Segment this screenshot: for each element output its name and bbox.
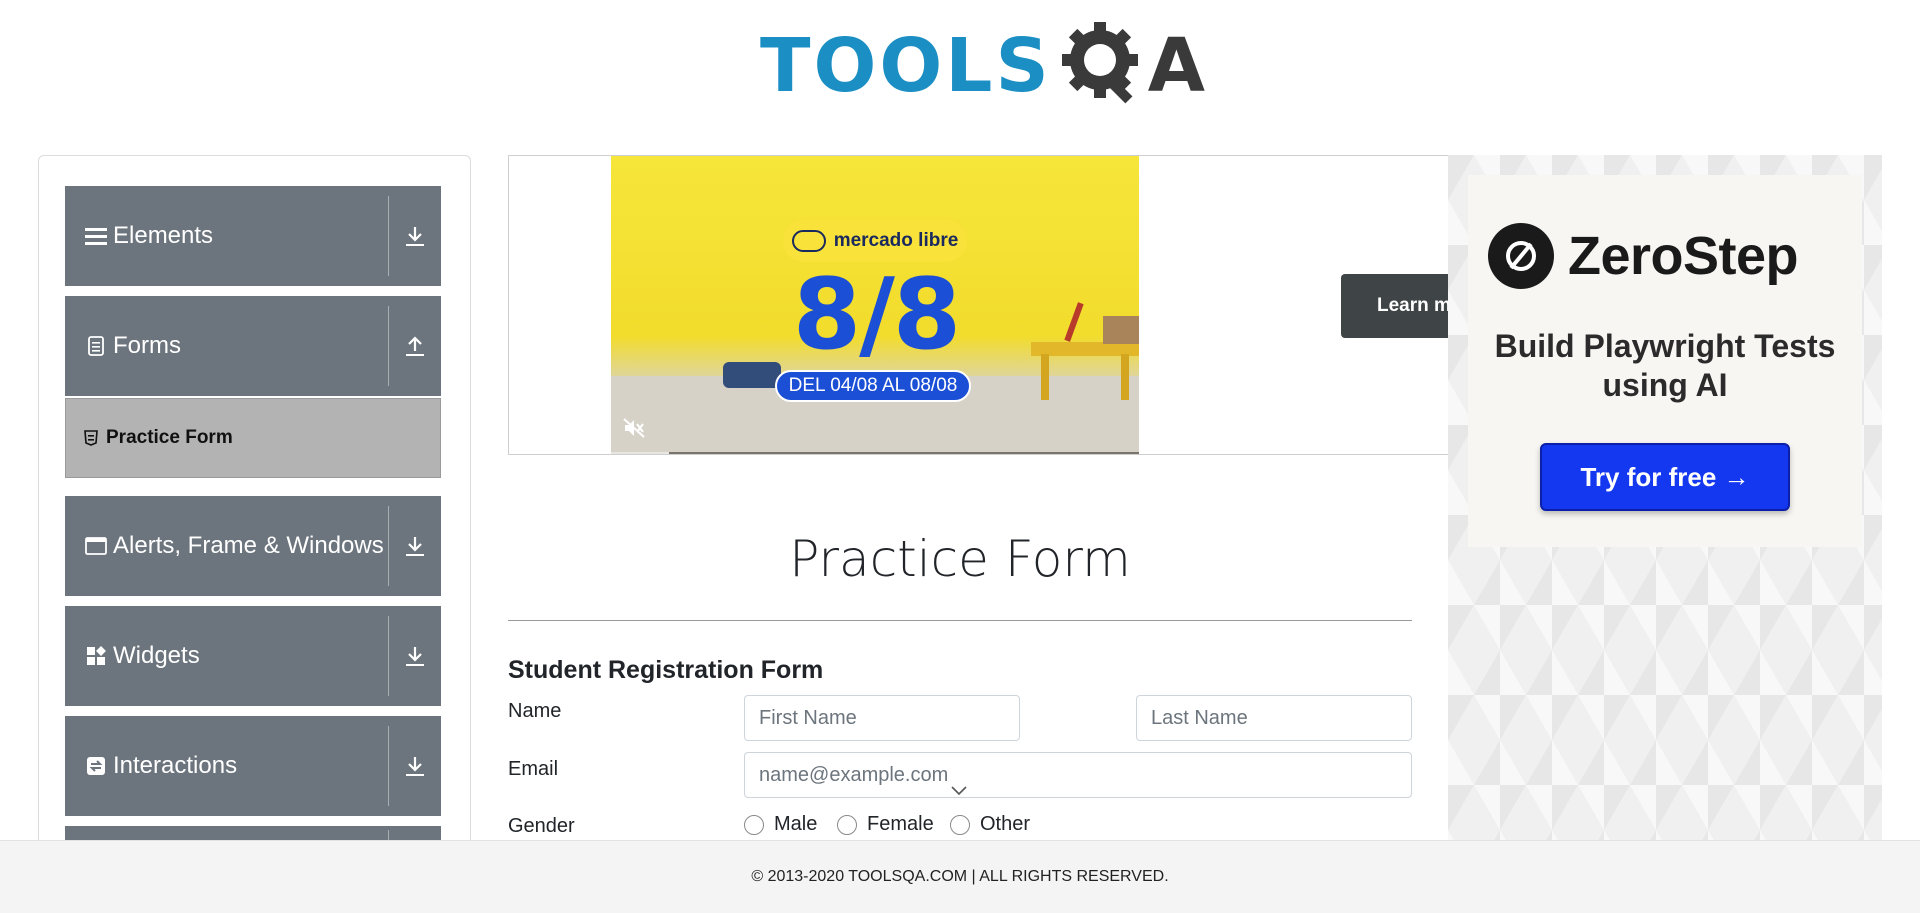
logo-suffix: A: [1147, 23, 1206, 109]
sidebar-group-label: Interactions: [113, 752, 238, 779]
zerostep-tagline: Build Playwright Tests using AI: [1494, 328, 1836, 404]
html5-icon: [84, 430, 98, 446]
page-title: Practice Form: [789, 530, 1131, 588]
sidebar-group-label: Widgets: [113, 642, 200, 669]
sidebar-group-label: Alerts, Frame & Windows: [113, 532, 384, 559]
zerostep-card[interactable]: ZeroStep Build Playwright Tests using AI…: [1468, 175, 1862, 547]
upload-arrow-icon[interactable]: [389, 335, 441, 357]
last-name-input[interactable]: [1136, 695, 1412, 741]
radio-circle[interactable]: [950, 814, 970, 835]
sidebar-group-interactions[interactable]: Interactions: [65, 716, 441, 816]
radio-circle[interactable]: [744, 814, 764, 835]
try-for-free-button[interactable]: Try for free →: [1540, 443, 1790, 511]
divider: [508, 620, 1412, 621]
ad-brand-badge: mercado libre: [783, 220, 967, 262]
gender-radio-other[interactable]: Other: [950, 813, 1030, 836]
ad-video[interactable]: mercado libre 8/8 DEL 04/08 AL 08/08: [611, 156, 1139, 454]
interactions-icon: [85, 755, 107, 777]
chevron-down-icon: [950, 784, 968, 802]
radio-label: Female: [867, 813, 934, 835]
sidebar-group-elements[interactable]: Elements: [65, 186, 441, 286]
gender-radio-female[interactable]: Female: [837, 813, 934, 836]
email-input[interactable]: [744, 752, 1412, 798]
window-icon: [85, 535, 107, 557]
download-arrow-icon[interactable]: [389, 535, 441, 557]
radio-label: Other: [980, 813, 1031, 835]
sidebar-group-widgets[interactable]: Widgets: [65, 606, 441, 706]
gender-label: Gender: [508, 815, 575, 837]
learn-more-button[interactable]: Learn more: [1341, 274, 1449, 338]
ad-brand-text: mercado libre: [833, 230, 959, 251]
form-heading: Student Registration Form: [508, 656, 824, 684]
video-progress-fill: [611, 452, 670, 454]
logo-text: TOOLS: [760, 23, 1052, 109]
download-arrow-icon[interactable]: [389, 645, 441, 667]
download-arrow-icon[interactable]: [389, 225, 441, 247]
side-ad[interactable]: ZeroStep Build Playwright Tests using AI…: [1448, 155, 1882, 845]
first-name-input[interactable]: [744, 695, 1020, 741]
mute-icon[interactable]: [623, 418, 645, 443]
footer: © 2013-2020 TOOLSQA.COM | ALL RIGHTS RES…: [0, 840, 1920, 913]
ad-headline: 8/8: [792, 258, 961, 372]
document-icon: [85, 335, 107, 357]
sidebar-group-forms[interactable]: Forms: [65, 296, 441, 396]
ad-dates: DEL 04/08 AL 08/08: [775, 370, 971, 402]
box-image: [1103, 316, 1139, 344]
lamp-image: [1064, 302, 1084, 342]
radio-label: Male: [774, 813, 818, 835]
zerostep-logo-icon: [1488, 223, 1554, 289]
widgets-icon: [85, 645, 107, 667]
radio-circle[interactable]: [837, 814, 857, 835]
zerostep-name: ZeroStep: [1568, 226, 1799, 286]
gender-radio-male[interactable]: Male: [744, 813, 817, 836]
download-arrow-icon[interactable]: [389, 755, 441, 777]
video-progress-bar[interactable]: [611, 452, 1139, 454]
copyright-text: © 2013-2020 TOOLSQA.COM | ALL RIGHTS RES…: [751, 868, 1169, 885]
sidebar-group-label: Elements: [113, 222, 214, 249]
hamburger-icon: [85, 225, 107, 247]
zerostep-brand: ZeroStep: [1488, 223, 1799, 289]
toolsqa-logo[interactable]: TOOLS A: [760, 18, 1205, 114]
sidebar-item-label: Practice Form: [106, 427, 233, 448]
ad-banner[interactable]: mercado libre 8/8 DEL 04/08 AL 08/08 Lea…: [508, 155, 1450, 455]
robot-vacuum-image: [723, 362, 781, 388]
sidebar-item-practice-form[interactable]: Practice Form: [65, 398, 441, 478]
name-label: Name: [508, 700, 562, 722]
sidebar-group-alerts-frame-windows[interactable]: Alerts, Frame & Windows: [65, 496, 441, 596]
email-label: Email: [508, 758, 559, 780]
sidebar-group-label: Forms: [113, 332, 181, 359]
gear-magnifier-icon: [1056, 16, 1152, 117]
handshake-icon: [791, 230, 826, 252]
left-panel: Elements Forms Practice Form Alerts, Fra…: [38, 155, 471, 855]
